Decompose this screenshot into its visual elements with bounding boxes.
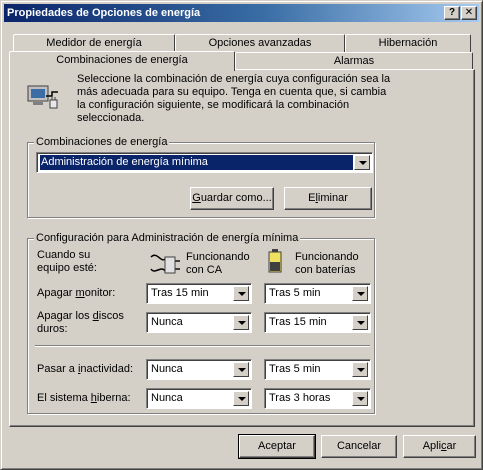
intro-text: Seleccione la combinación de energía cuy… (77, 73, 391, 124)
save-as-label: uardar como... (200, 192, 272, 204)
tab-hibernation[interactable]: Hibernación (345, 34, 471, 52)
hibernate-ac-value: Nunca (151, 392, 183, 404)
disks-ac-select[interactable]: Nunca (146, 312, 252, 333)
tab-alarms[interactable]: Alarmas (235, 52, 473, 70)
tab-battery-meter[interactable]: Medidor de energía (13, 34, 175, 52)
help-icon: ? (448, 7, 456, 18)
hibernate-label-b: iberna: (96, 392, 131, 404)
tab-battery-meter-label: Medidor de energía (46, 37, 142, 49)
save-as-accel: G (192, 192, 201, 204)
power-options-dialog: Propiedades de Opciones de energía ? ✕ M… (0, 0, 483, 470)
apply-button[interactable]: Aplicar (403, 435, 476, 458)
hibernate-ac-select[interactable]: Nunca (146, 388, 252, 409)
tab-power-schemes[interactable]: Combinaciones de energía (9, 51, 235, 71)
tab-hibernation-label: Hibernación (378, 37, 438, 49)
chevron-down-icon[interactable] (352, 391, 368, 406)
disks-ac-value: Nunca (151, 316, 183, 328)
standby-label: Pasar a inactividad: (37, 363, 133, 376)
tab-power-schemes-label: Combinaciones de energía (56, 54, 188, 66)
power-scheme-icon (27, 85, 58, 109)
monitor-label: Apagar monitor: (37, 287, 115, 300)
chevron-down-icon[interactable] (233, 362, 249, 377)
monitor-ac-value: Tras 15 min (151, 287, 209, 299)
standby-label-b: nactividad: (80, 363, 134, 375)
chevron-down-icon[interactable] (233, 391, 249, 406)
schemes-group-label: Combinaciones de energía (34, 136, 170, 149)
save-as-button[interactable]: Guardar como... (190, 187, 274, 210)
monitor-accel: m (75, 287, 85, 299)
disks-label: Apagar los discos duros: (37, 310, 137, 336)
monitor-ac-select[interactable]: Tras 15 min (146, 283, 252, 304)
ok-button[interactable]: Aceptar (238, 434, 316, 459)
battery-header: Funcionando con baterías (295, 251, 359, 276)
monitor-label-a: Apagar (37, 287, 76, 299)
chevron-down-icon[interactable] (233, 286, 249, 301)
hibernate-battery-value: Tras 3 horas (269, 392, 331, 404)
disks-battery-select[interactable]: Tras 15 min (264, 312, 371, 333)
delete-button[interactable]: Eliminar (284, 187, 372, 210)
ok-label: Aceptar (258, 440, 296, 452)
power-scheme-select[interactable]: Administración de energía mínima (36, 152, 373, 173)
standby-battery-select[interactable]: Tras 5 min (264, 359, 371, 380)
settings-divider (35, 345, 370, 347)
tab-advanced-options-label: Opciones avanzadas (208, 37, 312, 49)
apply-label-b: ar (446, 440, 457, 452)
battery-icon (268, 249, 282, 273)
settings-group-label: Configuración para Administración de ene… (34, 232, 301, 245)
close-button[interactable]: ✕ (461, 6, 477, 20)
monitor-battery-select[interactable]: Tras 5 min (264, 283, 371, 304)
close-icon: ✕ (464, 7, 474, 18)
delete-label-b: iminar (317, 192, 348, 204)
disks-battery-value: Tras 15 min (269, 316, 327, 328)
monitor-battery-value: Tras 5 min (269, 287, 321, 299)
chevron-down-icon[interactable] (354, 155, 370, 170)
disks-label-a: Apagar los (37, 310, 93, 322)
standby-ac-value: Nunca (151, 363, 183, 375)
hibernate-label: El sistema hiberna: (37, 392, 131, 405)
title-bar[interactable]: Propiedades de Opciones de energía ? ✕ (4, 4, 479, 22)
tab-advanced-options[interactable]: Opciones avanzadas (175, 34, 345, 52)
tab-alarms-label: Alarmas (333, 55, 375, 67)
hibernate-battery-select[interactable]: Tras 3 horas (264, 388, 371, 409)
plug-icon (150, 254, 180, 274)
window-title: Propiedades de Opciones de energía (7, 7, 201, 19)
cancel-label: Cancelar (336, 440, 382, 452)
standby-ac-select[interactable]: Nunca (146, 359, 252, 380)
cancel-button[interactable]: Cancelar (321, 435, 397, 458)
standby-label-a: Pasar a (37, 363, 78, 375)
ac-header: Funcionando con CA (186, 251, 250, 276)
chevron-down-icon[interactable] (233, 315, 249, 330)
power-scheme-value: Administración de energía mínima (40, 155, 353, 170)
monitor-label-b: onitor: (84, 287, 116, 299)
chevron-down-icon[interactable] (352, 315, 368, 330)
when-label: Cuando su equipo esté: (37, 249, 97, 274)
apply-label-a: Apli (422, 440, 442, 452)
help-button[interactable]: ? (444, 6, 460, 20)
chevron-down-icon[interactable] (352, 362, 368, 377)
standby-battery-value: Tras 5 min (269, 363, 321, 375)
hibernate-label-a: El sistema (37, 392, 91, 404)
chevron-down-icon[interactable] (352, 286, 368, 301)
